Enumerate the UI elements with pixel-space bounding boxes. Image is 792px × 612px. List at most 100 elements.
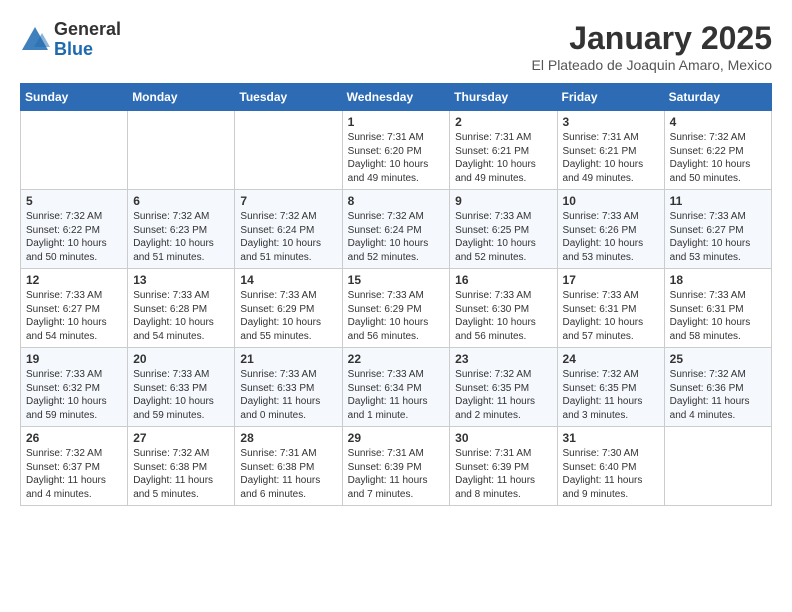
day-number: 22: [348, 352, 445, 366]
logo-blue-text: Blue: [54, 40, 121, 60]
calendar-cell: 10 Sunrise: 7:33 AM Sunset: 6:26 PM Dayli…: [557, 190, 664, 269]
day-number: 4: [670, 115, 766, 129]
calendar-cell: [21, 111, 128, 190]
day-info: Sunrise: 7:33 AM Sunset: 6:33 PM Dayligh…: [133, 368, 229, 422]
day-number: 13: [133, 273, 229, 287]
day-info: Sunrise: 7:32 AM Sunset: 6:24 PM Dayligh…: [240, 210, 336, 264]
day-info: Sunrise: 7:32 AM Sunset: 6:35 PM Dayligh…: [563, 368, 659, 422]
day-info: Sunrise: 7:33 AM Sunset: 6:30 PM Dayligh…: [455, 289, 551, 343]
day-number: 11: [670, 194, 766, 208]
day-info: Sunrise: 7:33 AM Sunset: 6:29 PM Dayligh…: [348, 289, 445, 343]
calendar-cell: 25Sunrise: 7:32 AM Sunset: 6:36 PM Dayli…: [664, 348, 771, 427]
day-info: Sunrise: 7:31 AM Sunset: 6:39 PM Dayligh…: [348, 447, 445, 501]
calendar-cell: 8 Sunrise: 7:32 AM Sunset: 6:24 PM Daylig…: [342, 190, 450, 269]
weekday-friday: Friday: [557, 84, 664, 111]
day-info: Sunrise: 7:30 AM Sunset: 6:40 PM Dayligh…: [563, 447, 659, 501]
day-number: 6: [133, 194, 229, 208]
day-info: Sunrise: 7:33 AM Sunset: 6:31 PM Dayligh…: [563, 289, 659, 343]
day-info: Sunrise: 7:33 AM Sunset: 6:33 PM Dayligh…: [240, 368, 336, 422]
day-number: 12: [26, 273, 122, 287]
day-number: 18: [670, 273, 766, 287]
month-title: January 2025: [532, 20, 772, 57]
day-info: Sunrise: 7:32 AM Sunset: 6:22 PM Dayligh…: [670, 131, 766, 185]
logo: General Blue: [20, 20, 121, 60]
weekday-sunday: Sunday: [21, 84, 128, 111]
day-info: Sunrise: 7:33 AM Sunset: 6:26 PM Dayligh…: [563, 210, 659, 264]
weekday-wednesday: Wednesday: [342, 84, 450, 111]
day-number: 20: [133, 352, 229, 366]
logo-icon: [20, 25, 50, 55]
calendar-cell: 19 Sunrise: 7:33 AM Sunset: 6:32 PM Dayli…: [21, 348, 128, 427]
logo-text: General Blue: [54, 20, 121, 60]
calendar-cell: 1Sunrise: 7:31 AM Sunset: 6:20 PM Daylig…: [342, 111, 450, 190]
day-number: 31: [563, 431, 659, 445]
calendar-cell: 7 Sunrise: 7:32 AM Sunset: 6:24 PM Daylig…: [235, 190, 342, 269]
day-number: 19: [26, 352, 122, 366]
calendar-cell: 9Sunrise: 7:33 AM Sunset: 6:25 PM Daylig…: [450, 190, 557, 269]
calendar-cell: 17 Sunrise: 7:33 AM Sunset: 6:31 PM Dayli…: [557, 269, 664, 348]
day-info: Sunrise: 7:32 AM Sunset: 6:37 PM Dayligh…: [26, 447, 122, 501]
day-number: 30: [455, 431, 551, 445]
calendar-cell: 29Sunrise: 7:31 AM Sunset: 6:39 PM Dayli…: [342, 427, 450, 506]
day-info: Sunrise: 7:33 AM Sunset: 6:32 PM Dayligh…: [26, 368, 122, 422]
calendar-week-1: 1Sunrise: 7:31 AM Sunset: 6:20 PM Daylig…: [21, 111, 772, 190]
day-number: 28: [240, 431, 336, 445]
calendar-cell: 5 Sunrise: 7:32 AM Sunset: 6:22 PM Daylig…: [21, 190, 128, 269]
calendar-cell: 16 Sunrise: 7:33 AM Sunset: 6:30 PM Dayli…: [450, 269, 557, 348]
calendar-cell: 15 Sunrise: 7:33 AM Sunset: 6:29 PM Dayli…: [342, 269, 450, 348]
day-number: 17: [563, 273, 659, 287]
calendar-cell: 3Sunrise: 7:31 AM Sunset: 6:21 PM Daylig…: [557, 111, 664, 190]
day-number: 26: [26, 431, 122, 445]
day-number: 24: [563, 352, 659, 366]
day-number: 23: [455, 352, 551, 366]
page-header: General Blue January 2025 El Plateado de…: [20, 20, 772, 73]
calendar-cell: 11 Sunrise: 7:33 AM Sunset: 6:27 PM Dayli…: [664, 190, 771, 269]
calendar-table: SundayMondayTuesdayWednesdayThursdayFrid…: [20, 83, 772, 506]
calendar-cell: 14 Sunrise: 7:33 AM Sunset: 6:29 PM Dayli…: [235, 269, 342, 348]
calendar-week-5: 26 Sunrise: 7:32 AM Sunset: 6:37 PM Dayli…: [21, 427, 772, 506]
calendar-cell: 12 Sunrise: 7:33 AM Sunset: 6:27 PM Dayli…: [21, 269, 128, 348]
calendar-cell: 18 Sunrise: 7:33 AM Sunset: 6:31 PM Dayli…: [664, 269, 771, 348]
day-info: Sunrise: 7:32 AM Sunset: 6:22 PM Dayligh…: [26, 210, 122, 264]
calendar-week-3: 12 Sunrise: 7:33 AM Sunset: 6:27 PM Dayli…: [21, 269, 772, 348]
day-info: Sunrise: 7:31 AM Sunset: 6:39 PM Dayligh…: [455, 447, 551, 501]
day-number: 3: [563, 115, 659, 129]
calendar-cell: 26 Sunrise: 7:32 AM Sunset: 6:37 PM Dayli…: [21, 427, 128, 506]
day-number: 27: [133, 431, 229, 445]
calendar-cell: 31 Sunrise: 7:30 AM Sunset: 6:40 PM Dayli…: [557, 427, 664, 506]
day-info: Sunrise: 7:32 AM Sunset: 6:24 PM Dayligh…: [348, 210, 445, 264]
calendar-cell: [664, 427, 771, 506]
day-number: 7: [240, 194, 336, 208]
calendar-cell: [235, 111, 342, 190]
calendar-cell: 30 Sunrise: 7:31 AM Sunset: 6:39 PM Dayli…: [450, 427, 557, 506]
calendar-cell: 22 Sunrise: 7:33 AM Sunset: 6:34 PM Dayli…: [342, 348, 450, 427]
day-number: 15: [348, 273, 445, 287]
calendar-week-4: 19 Sunrise: 7:33 AM Sunset: 6:32 PM Dayli…: [21, 348, 772, 427]
day-number: 8: [348, 194, 445, 208]
day-number: 5: [26, 194, 122, 208]
day-info: Sunrise: 7:33 AM Sunset: 6:27 PM Dayligh…: [670, 210, 766, 264]
day-info: Sunrise: 7:33 AM Sunset: 6:31 PM Dayligh…: [670, 289, 766, 343]
day-info: Sunrise: 7:33 AM Sunset: 6:28 PM Dayligh…: [133, 289, 229, 343]
calendar-week-2: 5 Sunrise: 7:32 AM Sunset: 6:22 PM Daylig…: [21, 190, 772, 269]
day-info: Sunrise: 7:31 AM Sunset: 6:38 PM Dayligh…: [240, 447, 336, 501]
calendar-cell: 27 Sunrise: 7:32 AM Sunset: 6:38 PM Dayli…: [128, 427, 235, 506]
day-info: Sunrise: 7:33 AM Sunset: 6:27 PM Dayligh…: [26, 289, 122, 343]
calendar-cell: 21Sunrise: 7:33 AM Sunset: 6:33 PM Dayli…: [235, 348, 342, 427]
day-info: Sunrise: 7:32 AM Sunset: 6:36 PM Dayligh…: [670, 368, 766, 422]
day-number: 10: [563, 194, 659, 208]
day-info: Sunrise: 7:33 AM Sunset: 6:25 PM Dayligh…: [455, 210, 551, 264]
day-number: 14: [240, 273, 336, 287]
day-info: Sunrise: 7:32 AM Sunset: 6:38 PM Dayligh…: [133, 447, 229, 501]
day-info: Sunrise: 7:31 AM Sunset: 6:20 PM Dayligh…: [348, 131, 445, 185]
calendar-cell: 2Sunrise: 7:31 AM Sunset: 6:21 PM Daylig…: [450, 111, 557, 190]
logo-general-text: General: [54, 20, 121, 40]
calendar-cell: 4 Sunrise: 7:32 AM Sunset: 6:22 PM Daylig…: [664, 111, 771, 190]
calendar-cell: 24 Sunrise: 7:32 AM Sunset: 6:35 PM Dayli…: [557, 348, 664, 427]
calendar-cell: 23Sunrise: 7:32 AM Sunset: 6:35 PM Dayli…: [450, 348, 557, 427]
day-number: 16: [455, 273, 551, 287]
day-info: Sunrise: 7:33 AM Sunset: 6:34 PM Dayligh…: [348, 368, 445, 422]
day-info: Sunrise: 7:33 AM Sunset: 6:29 PM Dayligh…: [240, 289, 336, 343]
location-title: El Plateado de Joaquin Amaro, Mexico: [532, 57, 772, 73]
calendar-cell: 20 Sunrise: 7:33 AM Sunset: 6:33 PM Dayli…: [128, 348, 235, 427]
